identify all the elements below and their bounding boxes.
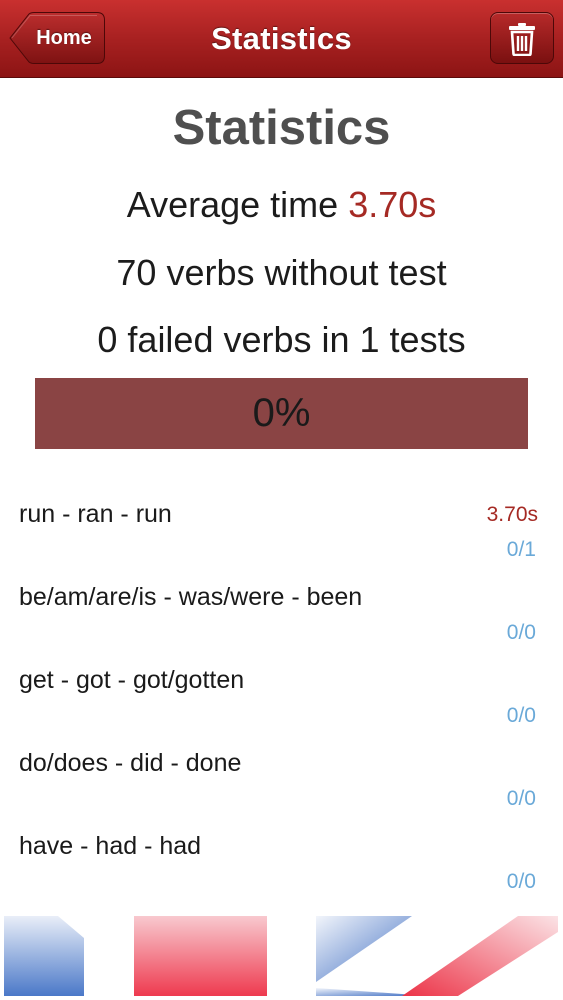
verb-forms: be/am/are/is - was/were - been	[19, 583, 363, 611]
average-time-value: 3.70s	[348, 184, 437, 225]
verb-score: 0/0	[506, 704, 536, 727]
trash-icon	[509, 23, 535, 56]
list-item[interactable]: have - had - had 0/0	[0, 812, 563, 895]
failed-verbs-count: 0 failed verbs in 1 tests	[97, 319, 466, 360]
average-time-line: Average time 3.70s	[0, 184, 563, 226]
list-item[interactable]: be/am/are/is - was/were - been 0/0	[0, 563, 563, 646]
verb-score: 0/0	[506, 870, 536, 893]
average-time-label: Average time	[126, 184, 349, 225]
verb-score: 0/1	[506, 538, 536, 561]
progress-label: 0%	[252, 391, 311, 435]
list-item[interactable]: run - ran - run 3.70s 0/1	[0, 480, 563, 563]
union-jack-decoration	[0, 914, 563, 1000]
untested-verbs-count: 70 verbs without test	[116, 252, 447, 293]
navigation-bar: Statistics Home	[0, 0, 563, 78]
verb-forms: do/does - did - done	[19, 749, 242, 777]
list-item[interactable]: get - got - got/gotten 0/0	[0, 646, 563, 729]
verb-time: 3.70s	[486, 503, 538, 526]
home-back-button[interactable]: Home	[9, 12, 105, 64]
verb-forms: have - had - had	[19, 832, 202, 860]
page-heading: Statistics	[172, 101, 391, 155]
back-button-label: Home	[36, 27, 92, 49]
verb-forms: run - ran - run	[19, 500, 172, 528]
verb-forms: get - got - got/gotten	[19, 666, 245, 694]
verb-score: 0/0	[506, 787, 536, 810]
clear-statistics-button[interactable]	[490, 12, 554, 64]
success-progress-bar: 0%	[35, 378, 528, 449]
statistics-screen: Statistics Home Statistics Average time …	[0, 0, 563, 1000]
list-item[interactable]: do/does - did - done 0/0	[0, 729, 563, 812]
verb-score: 0/0	[506, 621, 536, 644]
verb-list[interactable]: run - ran - run 3.70s 0/1 be/am/are/is -…	[0, 480, 563, 895]
